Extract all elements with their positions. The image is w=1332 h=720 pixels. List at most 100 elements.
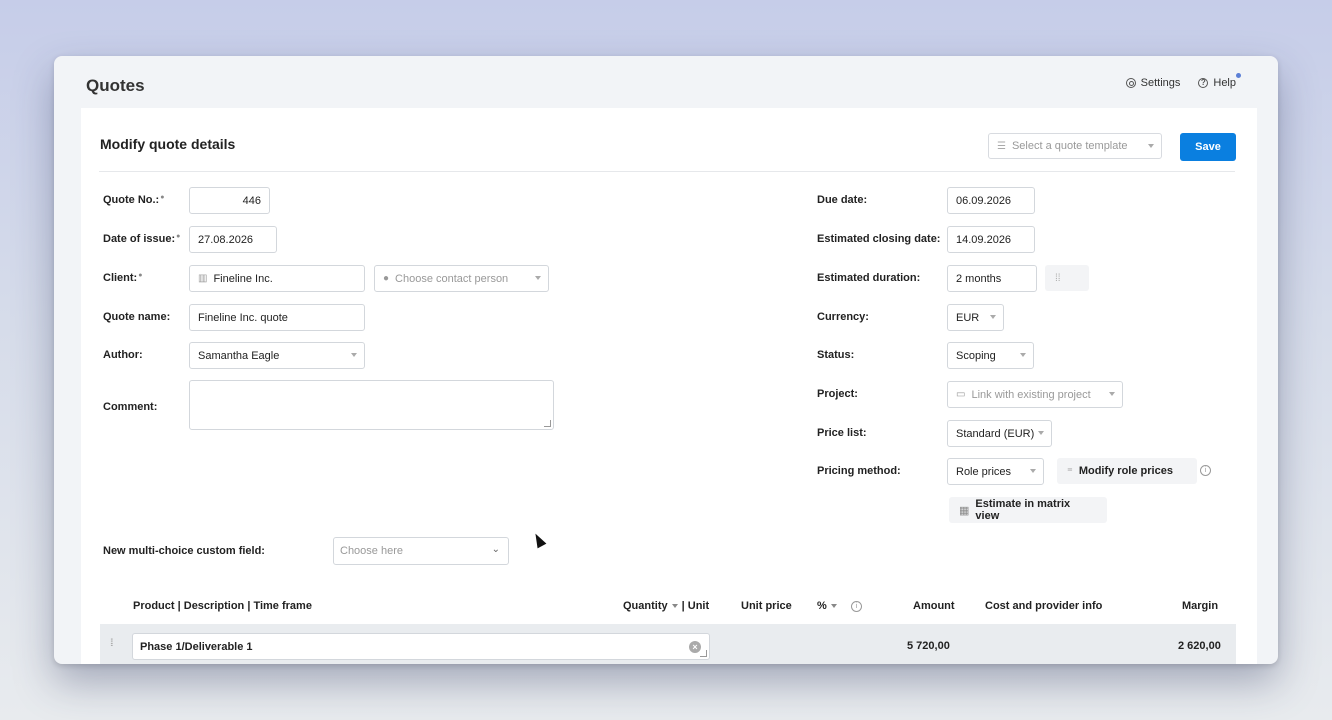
quotes-window: Quotes Settings ? Help Modify quote deta…: [54, 56, 1278, 664]
col-unit-label: | Unit: [681, 600, 710, 612]
client-label-text: Client:: [103, 272, 138, 284]
modify-role-prices-label: Modify role prices: [1078, 465, 1173, 477]
col-product: Product | Description | Time frame: [133, 600, 312, 612]
quote-template-select[interactable]: ☰ Select a quote template: [988, 133, 1162, 159]
client-input[interactable]: ▥ Fineline Inc.: [189, 265, 365, 292]
quote-name-label: Quote name:: [103, 311, 171, 323]
client-value: Fineline Inc.: [213, 272, 273, 285]
price-list-select[interactable]: Standard (EUR): [947, 420, 1052, 447]
row-amount: 5 720,00: [907, 640, 950, 652]
info-icon[interactable]: i: [851, 601, 862, 612]
price-list-value: Standard (EUR): [956, 427, 1035, 440]
due-date-label: Due date:: [817, 194, 868, 206]
required-mark: ●: [160, 194, 165, 201]
resize-handle-icon[interactable]: [700, 650, 707, 657]
quote-no-input[interactable]: 446: [189, 187, 270, 214]
custom-field-label: New multi-choice custom field:: [103, 545, 265, 557]
col-margin: Margin: [1182, 600, 1219, 612]
row-name-input[interactable]: Phase 1/Deliverable 1 ×: [132, 633, 710, 660]
date-issue-input[interactable]: 27.08.2026: [189, 226, 277, 253]
folder-icon: ▭: [956, 389, 966, 400]
currency-value: EUR: [956, 311, 980, 324]
drag-handle-icon[interactable]: ⁞⁞: [110, 638, 113, 649]
building-icon: ▥: [198, 273, 208, 284]
quote-name-input[interactable]: Fineline Inc. quote: [189, 304, 365, 331]
custom-field-placeholder: Choose here: [340, 545, 403, 557]
help-link[interactable]: ? Help: [1198, 73, 1241, 89]
due-date-input[interactable]: 06.09.2026: [947, 187, 1035, 214]
pricing-method-label: Pricing method:: [817, 465, 901, 477]
row-name: Phase 1/Deliverable 1: [140, 640, 253, 653]
status-value: Scoping: [956, 349, 996, 362]
sort-icon: [830, 604, 837, 609]
list-icon: ⁼: [1067, 465, 1073, 478]
chevron-down-icon: [351, 353, 357, 357]
quote-no-label-text: Quote No.:: [103, 194, 160, 206]
required-mark: ●: [176, 233, 181, 240]
chevron-down-icon: [1030, 469, 1036, 473]
person-icon: ●: [383, 273, 390, 284]
comment-textarea[interactable]: [189, 380, 554, 430]
quote-no-label: Quote No.:●: [103, 194, 164, 206]
closing-date-label: Estimated closing date:: [817, 233, 941, 245]
resize-handle-icon[interactable]: [544, 420, 551, 427]
grid-icon: ⁞⁞: [1055, 272, 1061, 284]
project-select[interactable]: ▭ Link with existing project: [947, 381, 1123, 408]
page-title: Modify quote details: [100, 136, 236, 152]
chevron-down-icon: ⌄: [491, 544, 500, 555]
chevron-down-icon: [1020, 353, 1026, 357]
contact-person-select[interactable]: ● Choose contact person: [374, 265, 549, 292]
duration-input[interactable]: 2 months: [947, 265, 1037, 292]
author-label: Author:: [103, 349, 143, 361]
info-icon[interactable]: i: [1200, 465, 1211, 476]
date-issue-label: Date of issue:●: [103, 233, 180, 245]
client-label: Client:●: [103, 272, 142, 284]
top-nav: Settings ? Help: [1125, 73, 1241, 89]
currency-select[interactable]: EUR: [947, 304, 1004, 331]
template-placeholder: Select a quote template: [1011, 140, 1128, 152]
settings-link[interactable]: Settings: [1125, 77, 1180, 89]
quote-form-card: Modify quote details ☰ Select a quote te…: [81, 108, 1257, 664]
col-quantity[interactable]: Quantity | Unit: [623, 600, 709, 612]
project-label: Project:: [817, 388, 858, 400]
status-select[interactable]: Scoping: [947, 342, 1034, 369]
project-placeholder: Link with existing project: [971, 388, 1091, 401]
col-percent-label: %: [817, 600, 827, 612]
col-amount: Amount: [913, 600, 955, 612]
chevron-down-icon: [1038, 431, 1044, 435]
divider: [99, 171, 1235, 172]
required-mark: ●: [138, 272, 143, 279]
app-title: Quotes: [86, 76, 145, 95]
pricing-method-select[interactable]: Role prices: [947, 458, 1044, 485]
col-unit-price: Unit price: [741, 600, 792, 612]
gear-icon: [1125, 78, 1136, 88]
notification-dot: [1236, 73, 1241, 78]
col-quantity-label: Quantity: [623, 600, 668, 612]
save-button[interactable]: Save: [1180, 133, 1236, 161]
chevron-down-icon: [1148, 144, 1154, 148]
currency-label: Currency:: [817, 311, 869, 323]
chevron-down-icon: [1109, 392, 1115, 396]
contact-placeholder: Choose contact person: [395, 272, 509, 285]
table-row: ⁞⁞ Phase 1/Deliverable 1 × 5 720,00 2 62…: [100, 624, 1236, 664]
sort-icon: [671, 604, 678, 609]
duration-unit-button[interactable]: ⁞⁞: [1045, 265, 1089, 291]
custom-field-select[interactable]: Choose here ⌄: [333, 537, 509, 565]
help-icon: ?: [1198, 78, 1209, 88]
author-select[interactable]: Samantha Eagle: [189, 342, 365, 369]
price-list-label: Price list:: [817, 427, 867, 439]
table-icon: ▦: [959, 504, 970, 517]
closing-date-input[interactable]: 14.09.2026: [947, 226, 1035, 253]
estimate-matrix-button[interactable]: ▦ Estimate in matrix view: [949, 497, 1107, 523]
pricing-method-value: Role prices: [956, 465, 1012, 478]
estimate-matrix-label: Estimate in matrix view: [975, 498, 1071, 522]
row-margin: 2 620,00: [1178, 640, 1221, 652]
status-label: Status:: [817, 349, 855, 361]
chevron-down-icon: [990, 315, 996, 319]
help-label: Help: [1213, 77, 1236, 89]
duration-label: Estimated duration:: [817, 272, 921, 284]
modify-role-prices-button[interactable]: ⁼ Modify role prices: [1057, 458, 1197, 484]
col-percent[interactable]: %: [817, 600, 841, 612]
col-cost: Cost and provider info: [985, 600, 1103, 612]
comment-label: Comment:: [103, 401, 158, 413]
